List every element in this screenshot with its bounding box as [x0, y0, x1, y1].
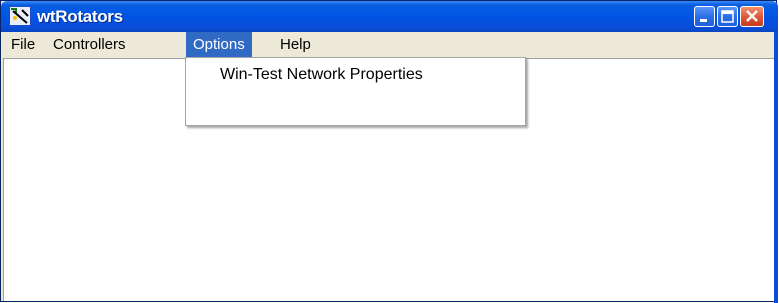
title-bar[interactable]: wtRotators: [1, 1, 778, 32]
close-icon: [746, 10, 758, 22]
window-title: wtRotators: [37, 7, 123, 26]
menu-options[interactable]: Options: [186, 32, 252, 58]
options-dropdown-menu: Win-Test Network Properties: [185, 57, 526, 126]
maximize-icon: [721, 10, 734, 23]
menu-help[interactable]: Help: [273, 32, 318, 58]
app-icon[interactable]: [9, 6, 31, 26]
app-window: wtRotators File Controllers Options Help: [0, 0, 778, 303]
minimize-icon: [700, 19, 707, 22]
minimize-button[interactable]: [694, 6, 715, 27]
menu-file[interactable]: File: [4, 32, 42, 58]
menu-bar: File Controllers Options Help: [1, 32, 778, 58]
window-right-border: [774, 32, 778, 303]
close-button[interactable]: [740, 6, 764, 27]
maximize-button[interactable]: [717, 6, 738, 27]
menu-item-win-test-network-properties[interactable]: Win-Test Network Properties: [186, 62, 525, 88]
menu-controllers[interactable]: Controllers: [46, 32, 133, 58]
